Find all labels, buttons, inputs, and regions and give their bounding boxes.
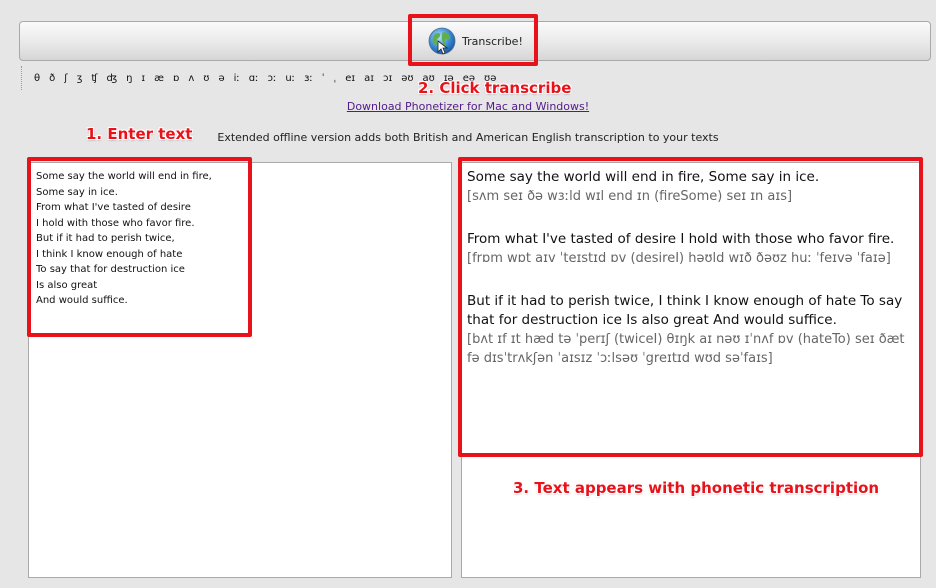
- ipa-symbol-button[interactable]: æ: [154, 73, 164, 84]
- input-line: Some say in ice.: [36, 186, 118, 198]
- text-appears-annotation: 3. Text appears with phonetic transcript…: [513, 479, 880, 497]
- ipa-symbol-button[interactable]: uː: [285, 73, 295, 84]
- output-english-text: Some say the world will end in fire, Som…: [467, 169, 820, 185]
- output-paragraph: Some say the world will end in fire, Som…: [467, 168, 917, 206]
- ipa-symbol-button[interactable]: ʤ: [107, 73, 118, 84]
- input-text: Some say the world will end in fire, Some…: [36, 169, 246, 309]
- ipa-symbol-button[interactable]: ɔɪ: [383, 73, 392, 84]
- globe-icon: [428, 27, 456, 55]
- ipa-symbol-button[interactable]: aɪ: [364, 73, 374, 84]
- ipa-symbol-button[interactable]: ŋ: [126, 73, 132, 84]
- input-line: And would suffice.: [36, 295, 128, 306]
- output-phonetic-text: [frɒm wɒt aɪv ˈteɪstɪd ɒv (desireI) həʊl…: [467, 251, 891, 266]
- output-phonetic-text: [bʌt ɪf ɪt hæd tə ˈperɪʃ (twiceI) θɪŋk a…: [467, 332, 905, 366]
- ipa-symbol-button[interactable]: ɒ: [173, 73, 179, 84]
- output-paragraph: From what I've tasted of desire I hold w…: [467, 230, 917, 268]
- ipa-symbol-button[interactable]: eɪ: [345, 73, 355, 84]
- ipa-symbol-button[interactable]: iː: [234, 73, 240, 84]
- enter-text-annotation: 1. Enter text: [86, 125, 193, 143]
- input-line: I think I know enough of hate: [36, 248, 183, 260]
- ipa-symbol-button[interactable]: ɑː: [249, 73, 259, 84]
- input-line: From what I've tasted of desire: [36, 202, 191, 213]
- input-line: But if it had to perish twice,: [36, 233, 175, 244]
- ipa-symbol-button[interactable]: ʧ: [91, 73, 97, 84]
- download-link[interactable]: Download Phonetizer for Mac and Windows!: [0, 100, 936, 113]
- output-phonetic-text: [sʌm seɪ ðə wɜːld wɪl end ɪn (fireSome) …: [467, 189, 793, 204]
- click-transcribe-annotation: 2. Click transcribe: [418, 79, 572, 97]
- output-english-text: From what I've tasted of desire I hold w…: [467, 231, 895, 247]
- input-line: Is also great: [36, 279, 98, 291]
- ipa-symbol-button[interactable]: θ: [34, 73, 40, 84]
- output-english-text: But if it had to perish twice, I think I…: [467, 293, 903, 328]
- ipa-symbol-button[interactable]: ʊ: [203, 73, 209, 84]
- transcribe-label: Transcribe!: [462, 34, 523, 48]
- input-line: Some say the world will end in fire,: [36, 171, 212, 182]
- ipa-symbol-button[interactable]: ɜː: [304, 73, 313, 84]
- ipa-symbol-button[interactable]: ʌ: [188, 73, 194, 84]
- ipa-symbol-button[interactable]: əʊ: [401, 73, 413, 84]
- ipa-symbol-button[interactable]: ˈ: [322, 73, 325, 84]
- ipa-symbol-button[interactable]: ð: [49, 73, 55, 84]
- transcribe-button[interactable]: Transcribe!: [422, 25, 530, 57]
- output-paragraph: But if it had to perish twice, I think I…: [467, 292, 917, 368]
- ipa-symbol-button[interactable]: ˌ: [334, 73, 337, 84]
- ipa-symbol-button[interactable]: ɔː: [267, 73, 276, 84]
- ipa-symbol-button[interactable]: ʒ: [77, 73, 83, 84]
- input-line: I hold with those who favor fire.: [36, 217, 195, 229]
- transcription-output: Some say the world will end in fire, Som…: [467, 168, 917, 392]
- ipa-symbol-button[interactable]: ɪ: [141, 73, 145, 84]
- input-line: To say that for destruction ice: [36, 264, 185, 275]
- ipa-symbol-button[interactable]: ʃ: [64, 73, 67, 84]
- ipa-symbol-button[interactable]: ə: [218, 73, 224, 84]
